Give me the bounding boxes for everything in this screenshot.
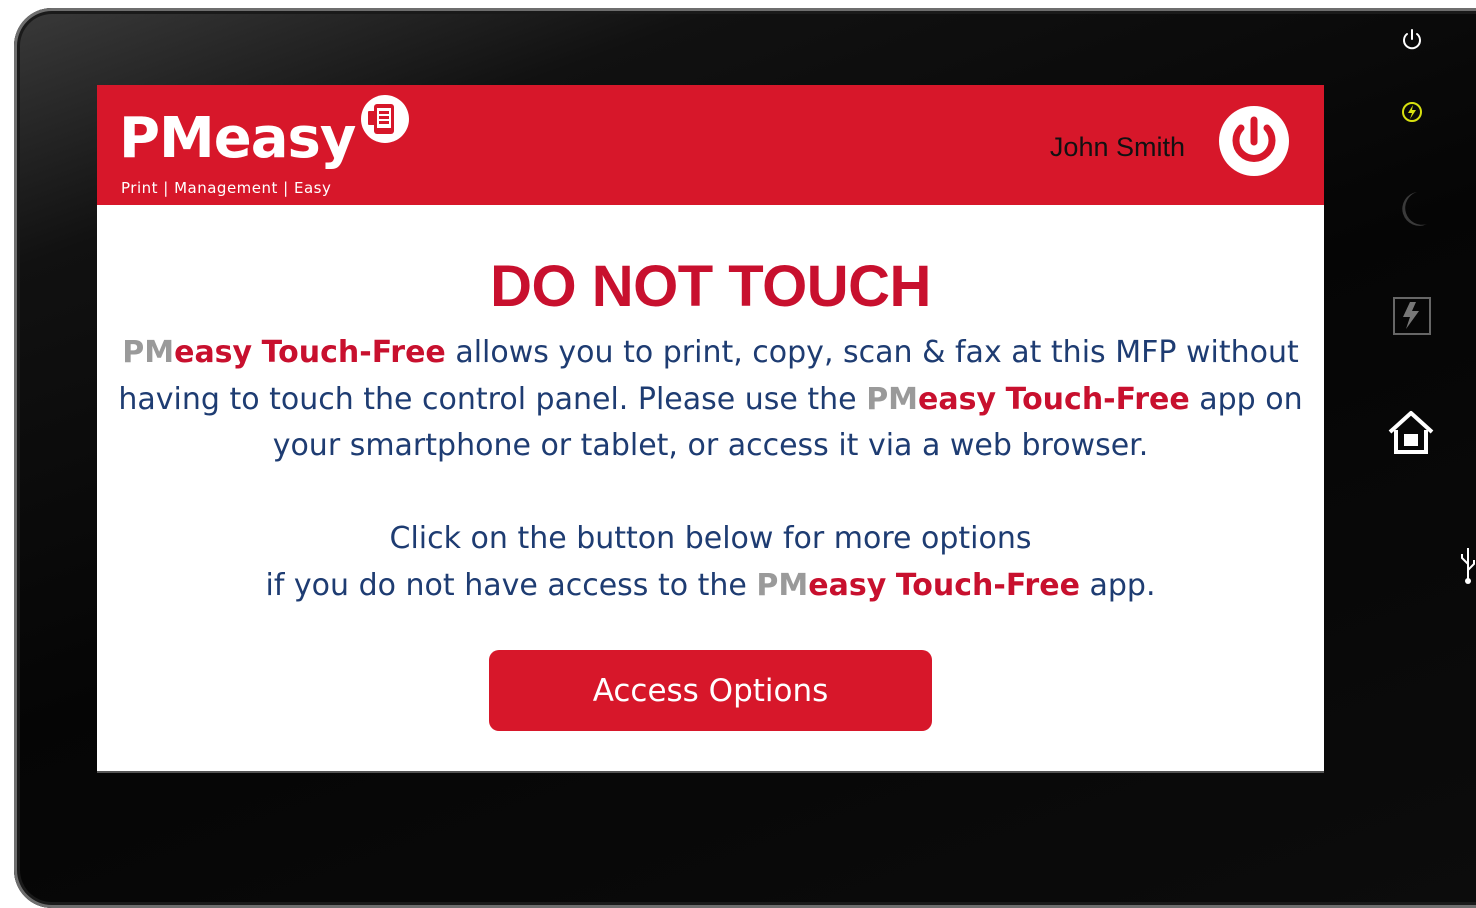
sleep-moon-icon[interactable] bbox=[1395, 190, 1429, 233]
logo-badge-icon bbox=[361, 95, 409, 143]
access-options-button[interactable]: Access Options bbox=[489, 650, 932, 731]
brand-pm: PM bbox=[122, 335, 175, 370]
power-icon[interactable] bbox=[1400, 28, 1424, 57]
touch-free-message: PMeasy Touch-Free allows you to print, c… bbox=[117, 330, 1304, 470]
brand-easy: easy bbox=[808, 567, 887, 603]
options-line-2a: if you do not have access to the bbox=[265, 567, 747, 603]
logo-text: PMeasy bbox=[119, 106, 356, 171]
energy-saver-icon[interactable] bbox=[1400, 100, 1424, 129]
brand-easy: easy bbox=[174, 335, 253, 370]
usb-icon bbox=[1460, 546, 1476, 591]
options-line-2b: app. bbox=[1089, 567, 1156, 603]
options-line-1: Click on the button below for more optio… bbox=[389, 521, 1032, 556]
options-message: Click on the button below for more optio… bbox=[117, 516, 1304, 609]
touch-screen: PMeasy Print | Management | Easy John Sm… bbox=[97, 85, 1324, 771]
page-title: DO NOT TOUCH bbox=[490, 254, 931, 319]
home-icon[interactable] bbox=[1386, 410, 1436, 461]
brand-touch-free: Touch-Free bbox=[261, 335, 446, 370]
fiery-icon[interactable] bbox=[1393, 297, 1431, 340]
brand-touch-free: Touch-Free bbox=[1005, 381, 1190, 417]
brand-pm: PM bbox=[756, 567, 809, 603]
logout-power-icon[interactable] bbox=[1219, 106, 1289, 176]
app-header: PMeasy Print | Management | Easy John Sm… bbox=[97, 85, 1324, 205]
brand-pm: PM bbox=[866, 381, 919, 417]
logo-tagline: Print | Management | Easy bbox=[121, 179, 332, 197]
brand-easy: easy bbox=[918, 381, 997, 417]
brand-touch-free: Touch-Free bbox=[895, 567, 1080, 603]
user-name: John Smith bbox=[1049, 132, 1185, 162]
options-line-2: if you do not have access to the PMeasy … bbox=[117, 563, 1304, 610]
